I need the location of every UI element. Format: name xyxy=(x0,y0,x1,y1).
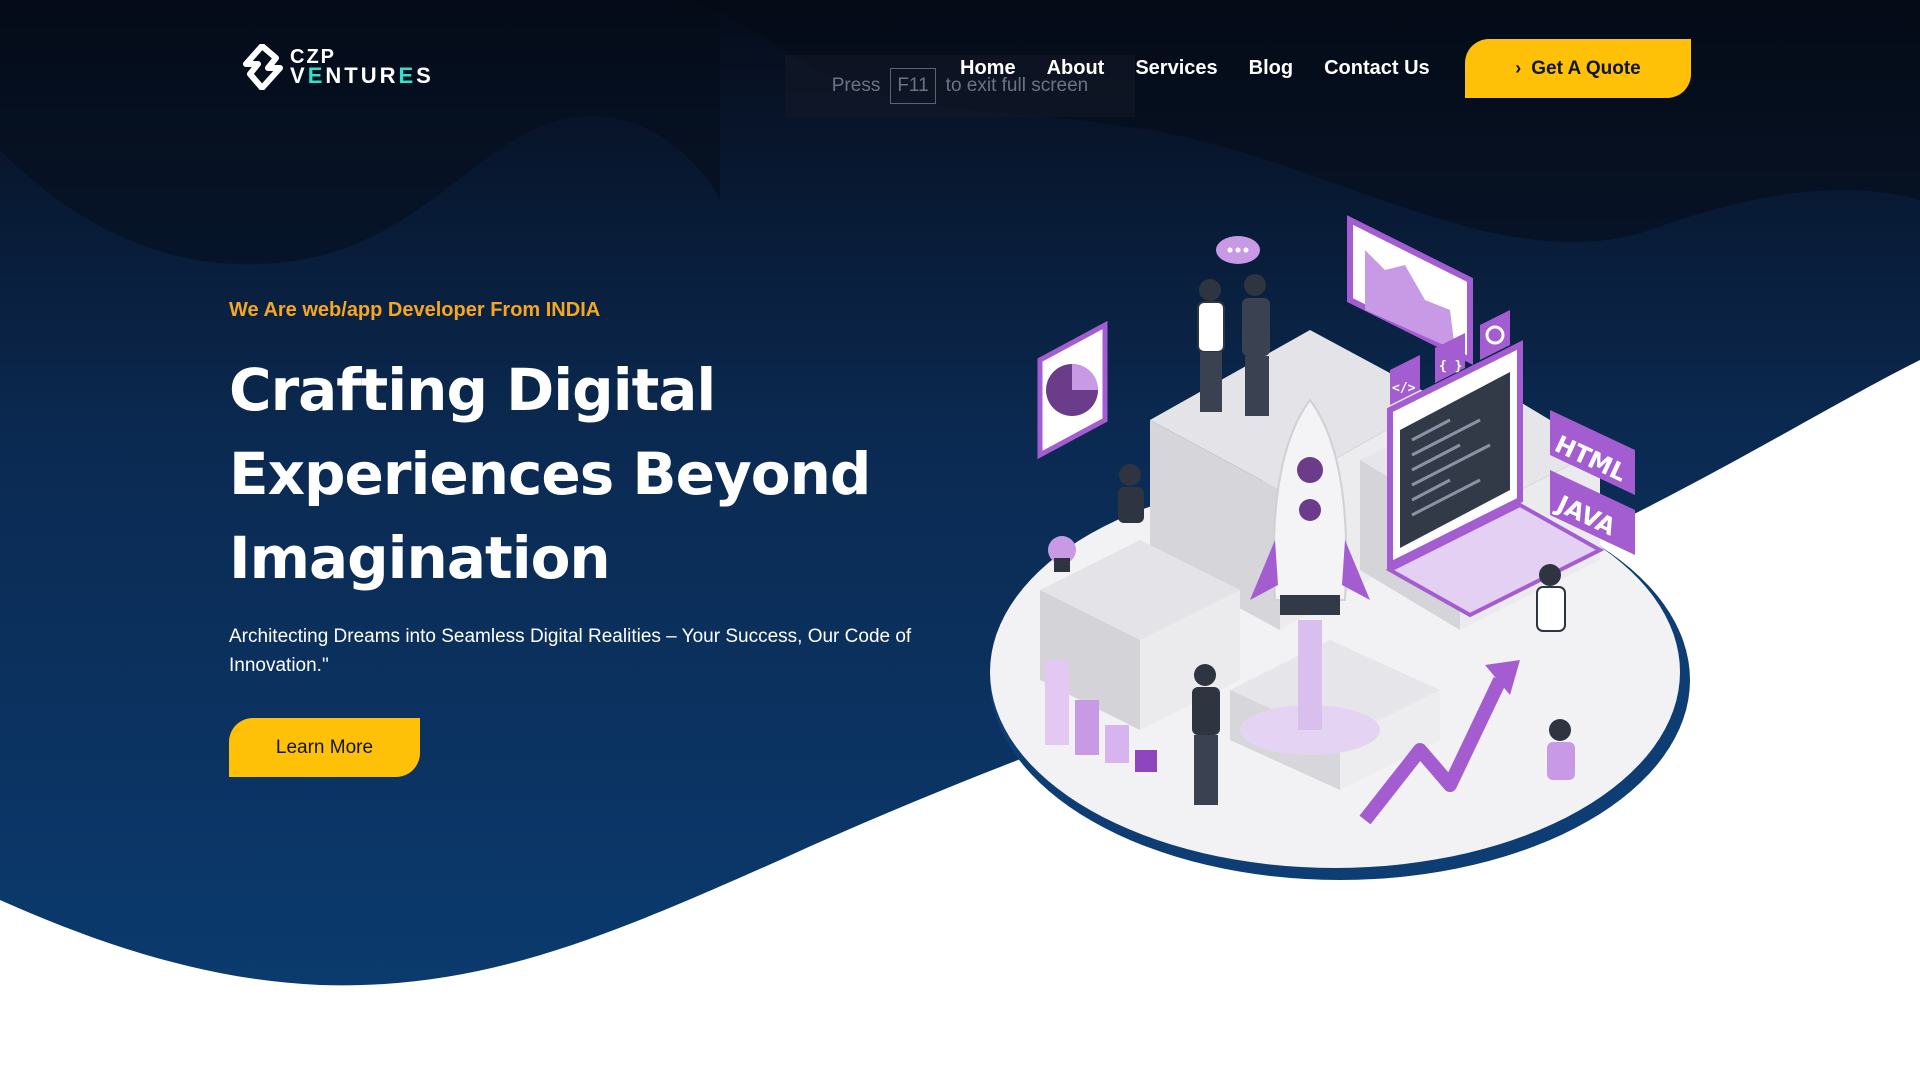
hero-subtext: Architecting Dreams into Seamless Digita… xyxy=(229,626,912,676)
nav-contact-us[interactable]: Contact Us xyxy=(1324,56,1430,80)
main-nav: Home About Services Blog Contact Us xyxy=(960,56,1430,80)
hero-headline-line-2: Experiences Beyond xyxy=(229,440,871,508)
get-a-quote-label: Get A Quote xyxy=(1531,57,1641,79)
nav-blog[interactable]: Blog xyxy=(1249,56,1293,80)
nav-services[interactable]: Services xyxy=(1135,56,1217,80)
nav-home[interactable]: Home xyxy=(960,56,1016,80)
nav-about[interactable]: About xyxy=(1047,56,1105,80)
logo-text-bottom: VENTURES xyxy=(290,63,434,88)
hero-headline-line-3: Imagination xyxy=(229,524,611,592)
hero-illustration: </> { } HTML JAVA xyxy=(990,215,1690,880)
brand-logo[interactable]: CZP VENTURES xyxy=(240,44,431,94)
logo-mark-icon xyxy=(243,44,283,90)
chevron-right-icon: › xyxy=(1515,58,1522,78)
code-tag-2: { } xyxy=(1439,359,1462,374)
hero-eyebrow: We Are web/app Developer From INDIA xyxy=(229,299,601,321)
fullscreen-notice-press: Press xyxy=(831,75,881,96)
hero-headline: Crafting Digital Experiences Beyond Imag… xyxy=(229,348,929,600)
get-a-quote-button[interactable]: › Get A Quote xyxy=(1465,39,1691,98)
learn-more-button[interactable]: Learn More xyxy=(229,718,420,777)
fullscreen-notice-key: F11 xyxy=(890,68,936,104)
hero-headline-line-1: Crafting Digital xyxy=(229,356,716,424)
code-tag-1: </> xyxy=(1392,381,1416,396)
